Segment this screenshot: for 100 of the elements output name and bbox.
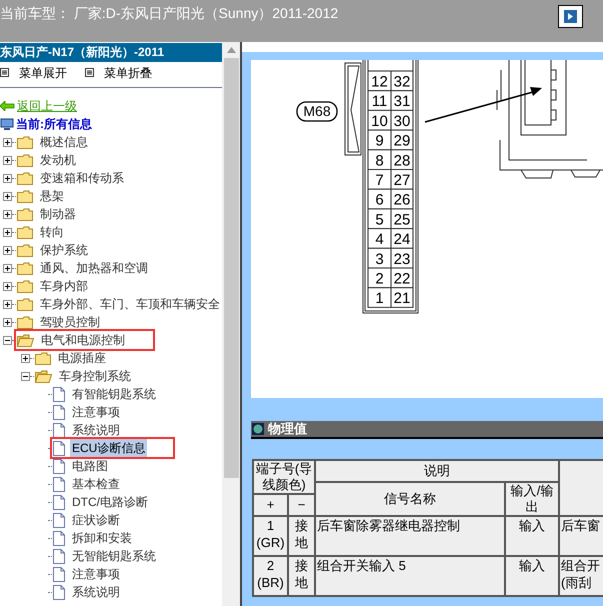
current-location: 当前:所有信息 xyxy=(16,116,92,133)
pin-cell: 7 xyxy=(368,169,392,190)
expand-icon[interactable] xyxy=(3,246,12,254)
expand-icon[interactable] xyxy=(3,138,12,146)
expand-icon[interactable] xyxy=(3,282,12,290)
pin-cell: 10 xyxy=(368,110,392,131)
tree-item[interactable]: 电路图 xyxy=(70,457,110,475)
pin-cell: 12 xyxy=(368,70,392,92)
tree-item[interactable]: 电气和电源控制 xyxy=(39,331,127,349)
expand-icon[interactable] xyxy=(3,174,12,182)
expand-icon[interactable] xyxy=(3,210,12,218)
tree-item[interactable]: 电源插座 xyxy=(56,349,108,367)
menu-action[interactable]: 菜单折叠 xyxy=(104,64,152,82)
expand-icon[interactable] xyxy=(21,354,30,362)
tree-item[interactable]: 转向 xyxy=(38,223,66,241)
table-cell: 1 (GR) xyxy=(253,516,288,556)
tree-item[interactable]: 制动器 xyxy=(38,205,78,223)
panel-header: 东风日产-N17（新阳光）-2011 xyxy=(0,43,222,62)
table-cell: 接地 xyxy=(288,556,316,596)
pin-cell: 3 xyxy=(368,248,392,268)
expand-icon[interactable] xyxy=(3,156,12,164)
expand-icon[interactable] xyxy=(3,192,12,200)
collapse-icon[interactable] xyxy=(21,372,30,380)
scrollbar[interactable] xyxy=(222,42,240,606)
toggle-button[interactable] xyxy=(558,5,583,28)
folder-icon xyxy=(17,280,33,292)
tree-item[interactable]: 保护系统 xyxy=(38,241,90,259)
column-header: 端子号(导线颜色) xyxy=(253,460,316,494)
pin-cell: 25 xyxy=(390,208,414,230)
table-cell: 组合开关输入 5 xyxy=(315,556,506,596)
tree-item[interactable]: 基本检查 xyxy=(70,475,122,493)
document-icon xyxy=(53,566,65,582)
collapse-icon[interactable] xyxy=(3,336,12,344)
folder-icon xyxy=(17,298,33,310)
folder-icon xyxy=(17,226,33,238)
tree-item[interactable]: 通风、加热器和空调 xyxy=(38,259,150,277)
tree-item[interactable]: 车身内部 xyxy=(38,277,90,295)
tree-item[interactable]: 有智能钥匙系统 xyxy=(70,385,158,403)
connector-label: M68 xyxy=(296,101,338,122)
section-title: 物理值 xyxy=(268,420,307,438)
tree-item[interactable]: 变速箱和传动系 xyxy=(38,169,126,187)
tree-item[interactable]: 系统说明 xyxy=(70,583,122,601)
back-arrow-icon xyxy=(0,101,15,111)
tree-item[interactable]: 悬架 xyxy=(38,187,66,205)
menu-icon xyxy=(85,68,94,77)
pin-cell: 22 xyxy=(390,268,414,288)
tree-item[interactable]: 系统说明 xyxy=(70,421,122,439)
tree-item[interactable]: 注意事项 xyxy=(70,565,122,583)
computer-icon xyxy=(0,118,14,130)
open-folder-icon xyxy=(35,370,52,382)
tree-item[interactable]: 拆卸和安装 xyxy=(70,529,134,547)
menu-icon xyxy=(0,68,9,77)
folder-icon xyxy=(17,208,33,220)
scroll-thumb[interactable] xyxy=(224,58,238,478)
expand-icon[interactable] xyxy=(3,300,12,308)
document-icon xyxy=(53,476,65,492)
folder-icon xyxy=(17,190,33,202)
table-cell: 2 (BR) xyxy=(253,556,288,596)
menu-action[interactable]: 菜单展开 xyxy=(19,64,67,82)
document-icon xyxy=(53,512,65,528)
tree-item[interactable]: 车身外部、车门、车顶和车辆安全 xyxy=(38,295,222,313)
open-folder-icon xyxy=(17,334,34,346)
pin-cell: 30 xyxy=(390,110,414,131)
tree-item[interactable]: 症状诊断 xyxy=(70,511,122,529)
pin-cell: 9 xyxy=(368,130,392,150)
tree-item[interactable]: ECU诊断信息 xyxy=(70,439,148,457)
pin-cell: 28 xyxy=(390,149,414,170)
pin-cell: 1 xyxy=(368,287,392,308)
pin-cell: 29 xyxy=(390,130,414,150)
tree-item[interactable]: 发动机 xyxy=(38,151,78,169)
tree-item[interactable]: DTC/电路诊断 xyxy=(70,493,150,511)
tree-item[interactable]: 车身控制系统 xyxy=(57,367,133,385)
document-icon xyxy=(53,548,65,564)
folder-icon xyxy=(17,262,33,274)
document-icon xyxy=(53,458,65,474)
pin-cell: 8 xyxy=(368,149,392,170)
pin-cell: 5 xyxy=(368,208,392,230)
expand-icon[interactable] xyxy=(3,264,12,272)
tree-item[interactable]: 驾驶员控制 xyxy=(38,313,102,331)
pin-cell: 24 xyxy=(390,228,414,249)
pin-cell: 32 xyxy=(390,70,414,92)
back-link[interactable]: 返回上一级 xyxy=(17,97,77,115)
pin-cell: 23 xyxy=(390,248,414,268)
column-header: + xyxy=(253,494,288,516)
folder-icon xyxy=(17,136,33,148)
table-cell: 输入 xyxy=(505,516,560,556)
pin-cell: 4 xyxy=(368,228,392,249)
expand-icon[interactable] xyxy=(3,228,12,236)
document-icon xyxy=(53,584,65,600)
tree-item[interactable]: 无智能钥匙系统 xyxy=(70,547,158,565)
pin-cell: 6 xyxy=(368,188,392,210)
tree-item[interactable]: 概述信息 xyxy=(38,133,90,151)
window-title: 当前车型： 厂家:D-东风日产阳光（Sunny）2011-2012 xyxy=(0,4,338,23)
tree-item[interactable]: 注意事项 xyxy=(70,403,122,421)
column-header: 输入/输出 xyxy=(505,482,560,516)
table-cell: 后车窗除雾器继电器控制 xyxy=(315,516,506,556)
folder-icon xyxy=(17,316,33,328)
document-icon xyxy=(53,404,65,420)
pin-cell: 2 xyxy=(368,268,392,288)
expand-icon[interactable] xyxy=(3,318,12,326)
